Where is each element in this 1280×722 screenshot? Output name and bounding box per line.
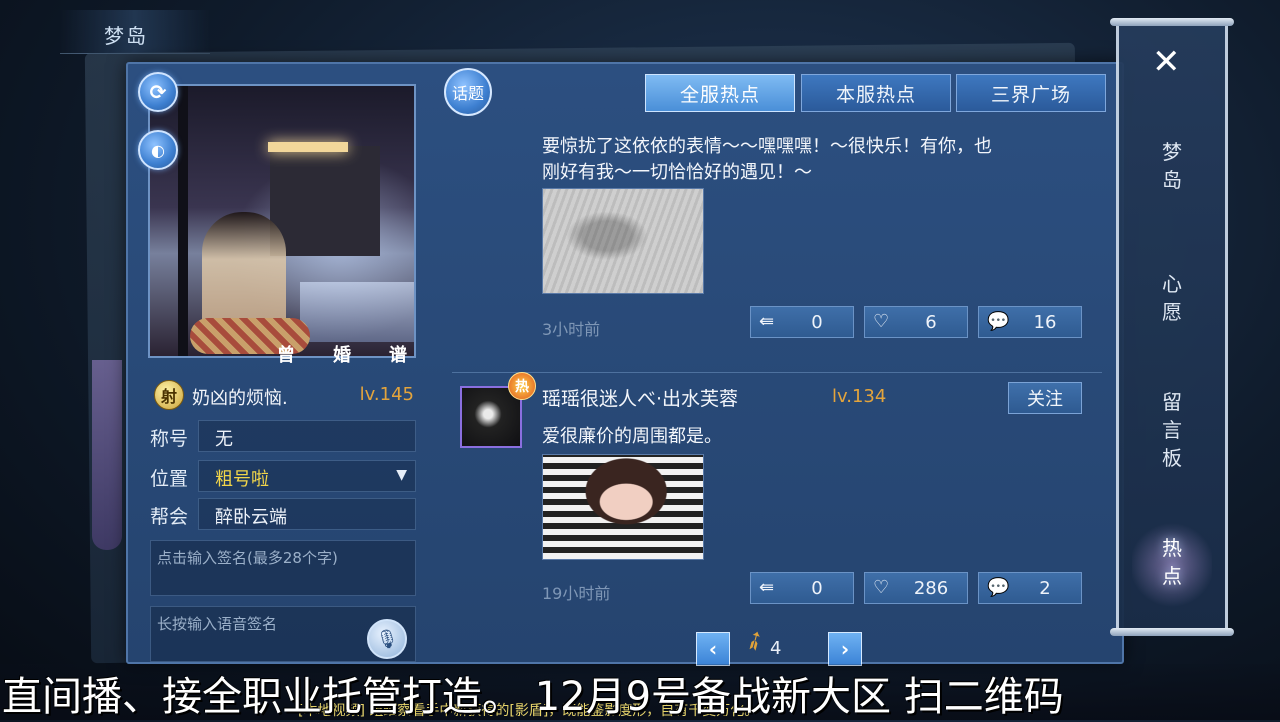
microphone-icon: 🎙 <box>375 628 399 650</box>
post-1-text-line-2: 刚好有我～一切恰恰好的遇见！～ <box>542 162 812 183</box>
relation-button-family-tree[interactable]: 谱 <box>378 334 418 374</box>
post-1-time: 3小时前 <box>542 320 601 339</box>
topic-button[interactable]: 话题 <box>444 68 492 116</box>
location-label: 位置 <box>150 468 189 490</box>
microphone-button[interactable]: 🎙 <box>367 619 407 659</box>
follow-button[interactable]: 关注 <box>1008 382 1082 414</box>
signature-input[interactable]: 点击输入签名(最多28个字) <box>150 540 416 596</box>
post-2-image[interactable] <box>542 454 704 560</box>
post-1-image[interactable] <box>542 188 704 294</box>
post-1-share-count: 0 <box>811 312 823 333</box>
location-select[interactable]: 粗号啦 ▼ <box>198 460 416 492</box>
mask-icon: ◐ <box>151 140 165 160</box>
side-item-dream-island[interactable]: 梦岛 <box>1158 138 1186 194</box>
signature-placeholder: 点击输入签名(最多28个字) <box>157 549 338 567</box>
post-2-like-count: 286 <box>913 578 949 599</box>
location-value: 粗号啦 <box>215 469 269 490</box>
post-2-share-button[interactable]: ⇚ 0 <box>750 572 854 604</box>
post-2-comment-count: 2 <box>1039 578 1051 599</box>
refresh-button[interactable]: ⟳ <box>138 72 178 112</box>
post-1-comment-button[interactable]: 💬 16 <box>978 306 1082 338</box>
tab-all-server-hot[interactable]: 全服热点 <box>645 74 795 112</box>
player-level: lv.145 <box>359 384 414 405</box>
chevron-down-icon: ▼ <box>396 467 407 483</box>
chevron-right-icon: › <box>840 637 850 661</box>
window-title-tab: 梦岛 <box>60 10 210 54</box>
page-number: 4 <box>770 638 782 659</box>
refresh-icon: ⟳ <box>149 80 167 104</box>
stream-banner-text: 直间播、接全职业托管打造。 12月9号备战新大区 扫二维码 <box>2 674 1064 720</box>
post-1-share-button[interactable]: ⇚ 0 <box>750 306 854 338</box>
profile-name-row: 射 奶凶的烦恼. lv.145 <box>150 378 418 410</box>
side-item-message-board[interactable]: 留言板 <box>1158 388 1186 472</box>
tab-this-server-hot[interactable]: 本服热点 <box>801 74 951 112</box>
side-item-hot[interactable]: 热点 <box>1158 534 1186 590</box>
chevron-left-icon: ‹ <box>708 637 718 661</box>
guild-label: 帮会 <box>150 506 189 528</box>
relation-button-past[interactable]: 曾 <box>266 334 306 374</box>
post-2-text: 爱很廉价的周围都是。 <box>542 426 722 447</box>
post-1-like-count: 6 <box>925 312 937 333</box>
close-icon[interactable]: ✕ <box>1152 42 1181 82</box>
player-name: 奶凶的烦恼. <box>192 388 288 409</box>
bookmark-ribbon <box>92 360 122 550</box>
relation-button-marriage[interactable]: 婚 <box>322 334 362 374</box>
title-value: 无 <box>198 420 416 452</box>
class-badge: 射 <box>154 380 184 410</box>
post-2-time: 19小时前 <box>542 584 611 603</box>
scroll-rod-top <box>1110 18 1234 26</box>
post-2-comment-button[interactable]: 💬 2 <box>978 572 1082 604</box>
post-1-like-button[interactable]: ♡ 6 <box>864 306 968 338</box>
tab-three-realms-plaza[interactable]: 三界广场 <box>956 74 1106 112</box>
mask-button[interactable]: ◐ <box>138 130 178 170</box>
post-2-author[interactable]: 瑶瑶很迷人べ·出水芙蓉 <box>542 384 738 411</box>
guild-value: 醉卧云端 <box>198 498 416 530</box>
voice-signature-placeholder: 长按输入语音签名 <box>157 615 278 633</box>
post-2-author-level: lv.134 <box>832 386 887 407</box>
post-divider <box>452 372 1102 373</box>
post-1-text-line-1: 要惊扰了这依依的表情～～嘿嘿嘿！～很快乐！有你，也 <box>542 136 992 157</box>
hot-badge: 热 <box>508 372 536 400</box>
next-page-button[interactable]: › <box>828 632 862 666</box>
title-label: 称号 <box>150 428 189 450</box>
prev-page-button[interactable]: ‹ <box>696 632 730 666</box>
profile-photo[interactable] <box>148 84 416 358</box>
post-1-comment-count: 16 <box>1033 312 1057 333</box>
window-title: 梦岛 <box>104 24 148 48</box>
post-2-share-count: 0 <box>811 578 823 599</box>
post-2-like-button[interactable]: ♡ 286 <box>864 572 968 604</box>
side-item-wishes[interactable]: 心愿 <box>1158 270 1186 326</box>
scroll-rod-bottom <box>1110 628 1234 636</box>
voice-signature-input[interactable]: 长按输入语音签名 🎙 <box>150 606 416 662</box>
